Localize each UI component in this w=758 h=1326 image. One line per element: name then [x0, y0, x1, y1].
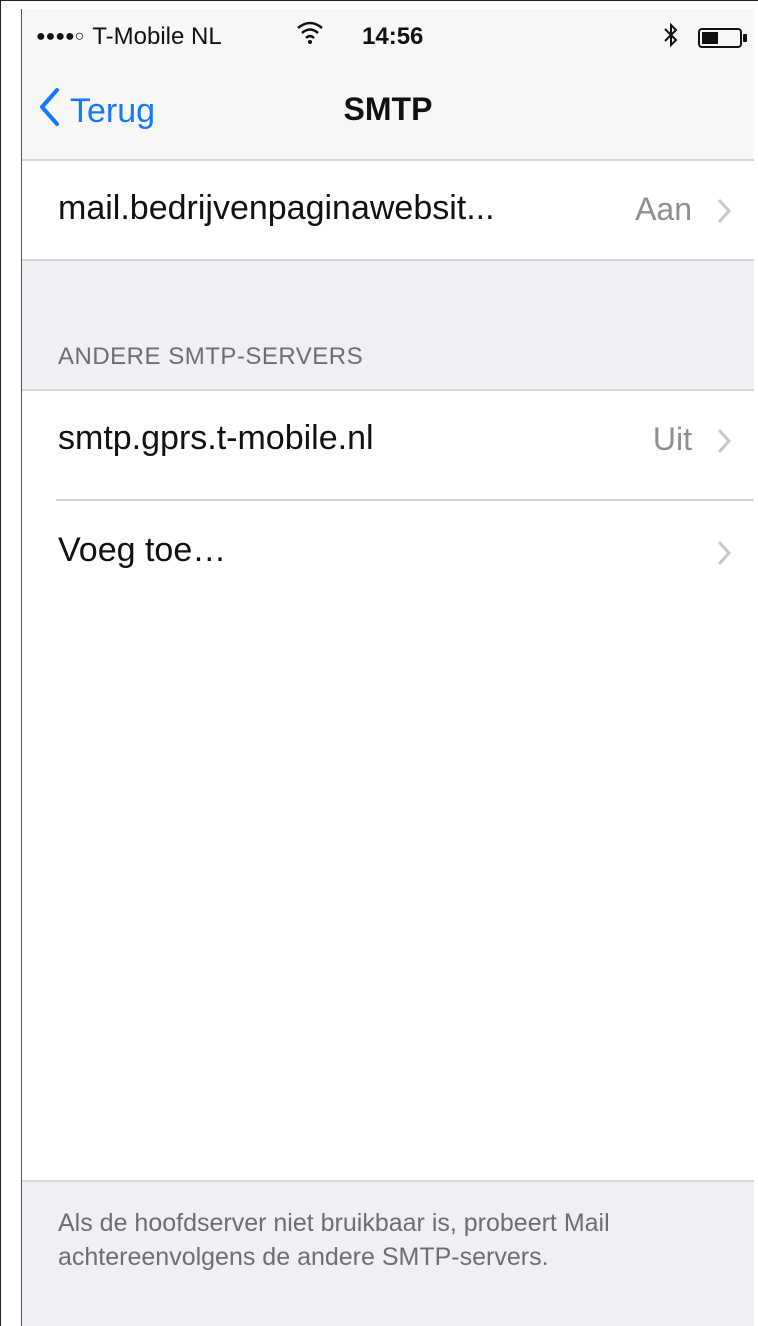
screen-frame: ●●●●○ T-Mobile NL 14:56 Terug SMTP mail.…	[0, 0, 758, 1326]
primary-server-status: Aan	[635, 191, 692, 227]
bluetooth-icon	[662, 21, 680, 56]
chevron-right-icon	[716, 427, 732, 460]
row-divider	[56, 499, 754, 501]
list-item-smtp-server[interactable]: smtp.gprs.t-mobile.nl Uit	[22, 391, 754, 491]
footer-note: Als de hoofdserver niet bruikbaar is, pr…	[22, 1180, 754, 1326]
carrier-name: T-Mobile NL	[92, 23, 222, 50]
status-bar: ●●●●○ T-Mobile NL 14:56	[22, 9, 754, 63]
page-title: SMTP	[343, 91, 433, 127]
section-gap: ANDERE SMTP-SERVERS	[22, 259, 754, 391]
footer-text: Als de hoofdserver niet bruikbaar is, pr…	[58, 1209, 610, 1271]
carrier-group: ●●●●○ T-Mobile NL	[36, 23, 222, 51]
phone-screen: ●●●●○ T-Mobile NL 14:56 Terug SMTP mail.…	[21, 9, 754, 1326]
chevron-right-icon	[716, 197, 732, 230]
server-status: Uit	[652, 421, 692, 457]
status-time: 14:56	[362, 23, 424, 50]
add-server-row[interactable]: Voeg toe…	[22, 503, 754, 603]
wifi-icon	[296, 19, 324, 52]
server-label: smtp.gprs.t-mobile.nl	[58, 419, 374, 457]
chevron-right-icon	[716, 539, 732, 572]
primary-server-label: mail.bedrijvenpaginawebsit...	[58, 189, 495, 227]
primary-server-row[interactable]: mail.bedrijvenpaginawebsit... Aan	[22, 161, 754, 261]
battery-icon	[698, 27, 748, 55]
section-header-other-servers: ANDERE SMTP-SERVERS	[58, 343, 364, 370]
add-server-label: Voeg toe…	[58, 531, 227, 569]
navigation-bar: Terug SMTP	[22, 63, 754, 161]
signal-dots-icon: ●●●●○	[36, 28, 85, 45]
